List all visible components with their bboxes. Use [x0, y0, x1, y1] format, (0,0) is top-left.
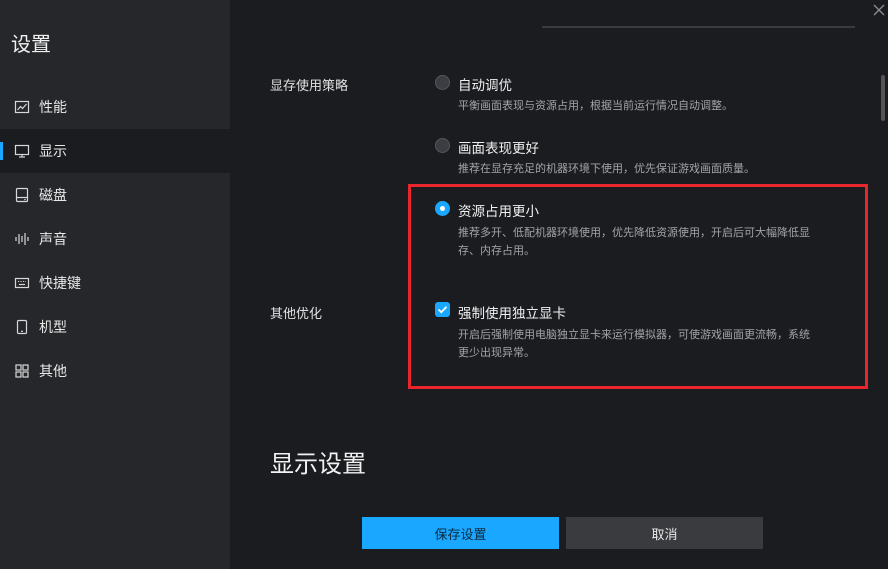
sidebar-item-device-model[interactable]: 机型 [0, 305, 230, 349]
option-desc-auto-tune: 平衡画面表现与资源占用，根据当前运行情况自动调整。 [458, 99, 733, 112]
keyboard-icon [14, 277, 30, 289]
sidebar-item-label: 其他 [39, 364, 67, 380]
sidebar-item-performance[interactable]: 性能 [0, 85, 230, 129]
sidebar-item-display[interactable]: 显示 [0, 129, 230, 173]
sidebar-item-label: 显示 [39, 144, 67, 160]
sidebar-item-shortcuts[interactable]: 快捷键 [0, 261, 230, 305]
option-title-better-visuals: 画面表现更好 [458, 141, 539, 157]
display-settings-heading: 显示设置 [270, 450, 366, 478]
settings-title: 设置 [11, 32, 51, 56]
option-desc-better-visuals: 推荐在显存充足的机器环境下使用，优先保证游戏画面质量。 [458, 162, 755, 175]
sidebar-item-disk[interactable]: 磁盘 [0, 173, 230, 217]
highlight-box [408, 184, 868, 389]
sidebar: 设置 性能 显示 磁盘 声音 快捷键 机型 其他 [0, 0, 230, 569]
monitor-icon [14, 144, 30, 158]
sidebar-item-label: 快捷键 [39, 276, 81, 292]
radio-better-visuals[interactable] [435, 138, 450, 153]
divider [542, 26, 855, 28]
line-chart-icon [14, 100, 30, 114]
grid-icon [15, 364, 29, 378]
disk-icon [15, 187, 29, 203]
radio-auto-tune[interactable] [435, 75, 450, 90]
sound-wave-icon [15, 233, 29, 245]
memory-strategy-label: 显存使用策略 [270, 79, 349, 94]
sidebar-item-label: 声音 [39, 232, 67, 248]
sidebar-item-label: 机型 [39, 320, 67, 336]
other-optimization-label: 其他优化 [270, 307, 323, 322]
sidebar-item-label: 性能 [39, 100, 67, 116]
sidebar-item-other[interactable]: 其他 [0, 349, 230, 393]
cancel-button[interactable]: 取消 [566, 517, 763, 549]
scrollbar-thumb[interactable] [881, 75, 885, 121]
phone-icon [16, 319, 28, 335]
sidebar-item-label: 磁盘 [39, 188, 67, 204]
option-title-auto-tune: 自动调优 [458, 78, 512, 94]
save-settings-button[interactable]: 保存设置 [362, 517, 559, 549]
close-icon[interactable] [872, 3, 886, 17]
sidebar-item-sound[interactable]: 声音 [0, 217, 230, 261]
